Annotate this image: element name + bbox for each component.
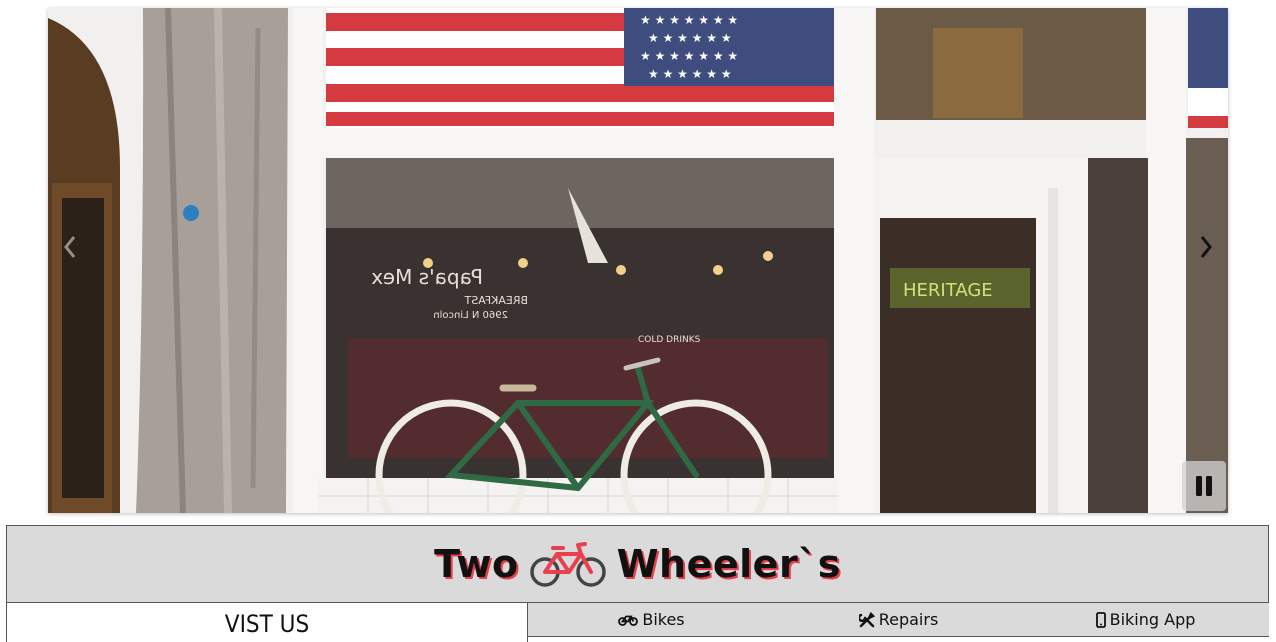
pause-icon — [1196, 476, 1212, 496]
carousel-pause-button[interactable] — [1182, 461, 1226, 511]
tab-label: Repairs — [878, 610, 939, 629]
bicycle-icon — [529, 542, 606, 587]
svg-text:★ ★ ★ ★ ★ ★ ★: ★ ★ ★ ★ ★ ★ ★ — [640, 13, 738, 27]
tab-repairs[interactable]: Repairs — [775, 603, 1022, 637]
storefront-photo: ★ ★ ★ ★ ★ ★ ★ ★ ★ ★ ★ ★ ★ ★ ★ ★ ★ ★ ★ ★ … — [48, 8, 1228, 513]
tab-label: Biking App — [1109, 610, 1196, 629]
svg-text:★ ★ ★ ★ ★ ★ ★: ★ ★ ★ ★ ★ ★ ★ — [640, 49, 738, 63]
chevron-right-icon — [1200, 236, 1212, 258]
tab-visit-us[interactable]: VIST US — [6, 603, 528, 642]
tab-label: VIST US — [224, 609, 310, 638]
brand-name-right: Wheeler`s — [616, 542, 841, 586]
main-nav-tabs: VIST US Bikes Repairs Biking App — [6, 603, 1269, 642]
svg-text:Papa's Mex: Papa's Mex — [371, 265, 483, 289]
svg-text:COLD DRINKS: COLD DRINKS — [638, 335, 701, 345]
svg-text:BREAKFAST: BREAKFAST — [464, 294, 528, 307]
mobile-phone-icon — [1095, 611, 1106, 628]
hero-carousel: ★ ★ ★ ★ ★ ★ ★ ★ ★ ★ ★ ★ ★ ★ ★ ★ ★ ★ ★ ★ … — [48, 8, 1228, 513]
brand-logo[interactable]: Two Wheeler`s — [434, 540, 841, 588]
tab-biking-app[interactable]: Biking App — [1022, 603, 1269, 637]
svg-text:★ ★ ★ ★ ★ ★: ★ ★ ★ ★ ★ ★ — [648, 31, 732, 45]
svg-text:★ ★ ★ ★ ★ ★: ★ ★ ★ ★ ★ ★ — [648, 67, 732, 81]
carousel-next-button[interactable] — [1194, 230, 1218, 264]
brand-name-left: Two — [434, 542, 519, 586]
svg-text:HERITAGE: HERITAGE — [903, 280, 993, 301]
tab-label: Bikes — [642, 610, 685, 629]
svg-text:2960 N Lincoln: 2960 N Lincoln — [433, 310, 508, 321]
tools-icon — [858, 611, 875, 627]
carousel-prev-button[interactable] — [58, 230, 82, 264]
site-header: Two Wheeler`s — [6, 525, 1269, 603]
bicycle-icon — [618, 615, 639, 626]
tab-bikes[interactable]: Bikes — [528, 603, 775, 637]
chevron-left-icon — [64, 236, 76, 258]
